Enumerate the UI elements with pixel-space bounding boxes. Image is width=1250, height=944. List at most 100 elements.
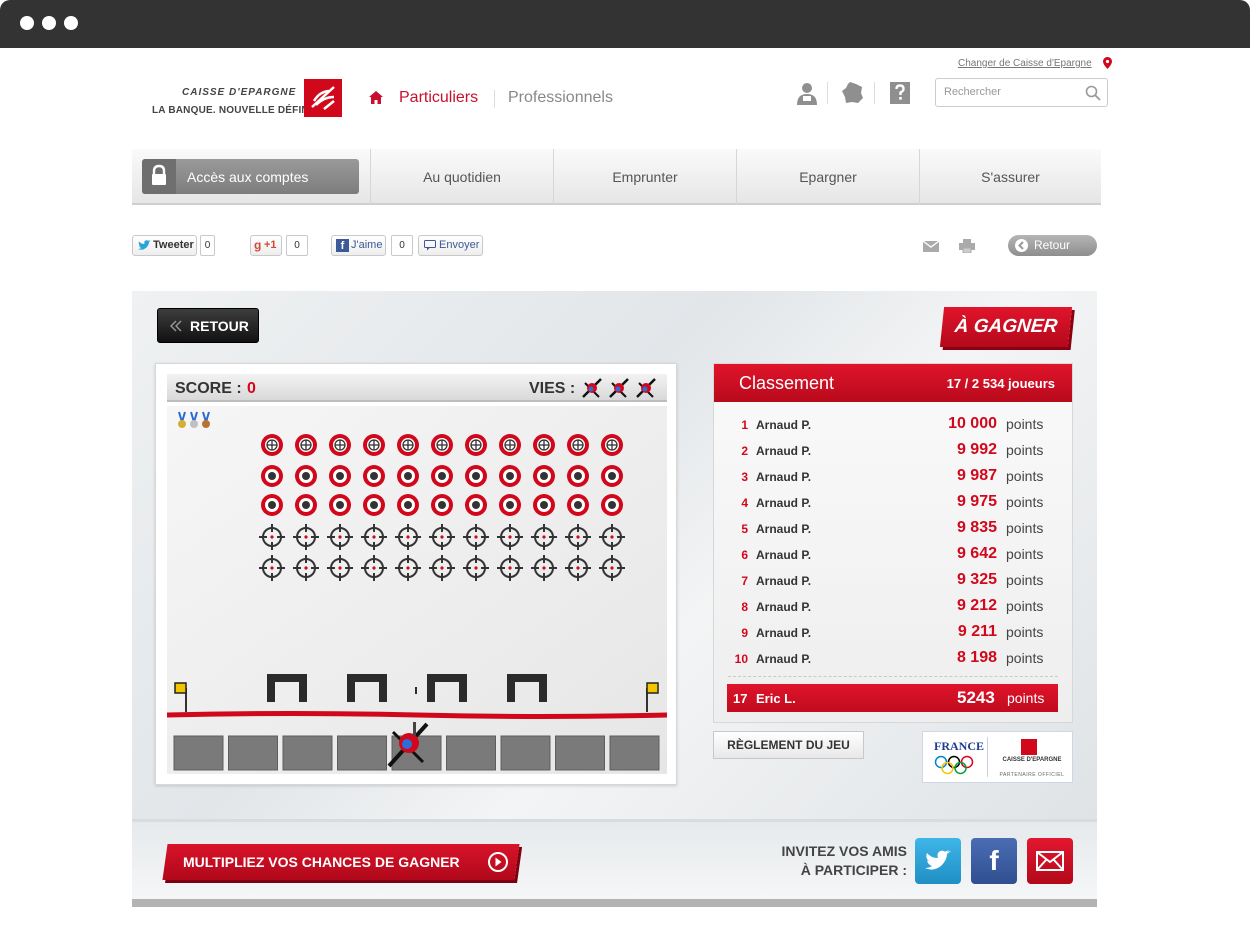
rank-unit: points [1006,520,1044,536]
search-placeholder: Rechercher [944,86,1001,98]
window-dot-icon[interactable] [64,16,78,30]
target-icon [533,434,555,456]
rank-player-name: Arnaud P. [756,444,812,458]
target-icon [499,434,521,456]
back-arrow-icon [1015,239,1028,252]
page: Changer de Caisse d'Epargne CAISSE D'EPA… [0,48,1250,944]
partner-france: FRANCE [934,739,984,753]
target-icon [431,494,453,516]
rank-player-name: Arnaud P. [756,418,812,432]
france-map-icon[interactable] [841,81,865,105]
nav-professionnels[interactable]: Professionnels [508,89,613,107]
window-dot-icon[interactable] [42,16,56,30]
my-rank-position: 17 [733,691,748,706]
tweet-button[interactable]: Tweeter [132,235,197,256]
target-icon [567,465,589,487]
gplus-icon: g [254,238,262,252]
print-icon[interactable] [959,239,975,253]
rank-player-name: Arnaud P. [756,652,812,666]
life-skier-icon [636,378,656,398]
rank-position: 1 [741,418,748,432]
target-icon [465,494,487,516]
brand-logo[interactable]: CAISSE D'EPARGNE LA BANQUE. NOUVELLE DÉF… [150,76,345,122]
target-icon [295,465,317,487]
ranking-title: Classement [739,373,835,393]
twitter-share-button[interactable] [915,838,961,884]
ground-tile [228,735,278,771]
a-gagner-label: À GAGNER [953,316,1059,337]
rank-unit: points [1006,572,1044,588]
target-icon [329,465,351,487]
nav-emprunter[interactable]: Emprunter [553,149,736,205]
rank-player-name: Arnaud P. [756,600,812,614]
target-icon [397,434,419,456]
game-retour-button[interactable]: RETOUR [157,308,259,343]
ground-tile [446,735,496,771]
ranking-row: 1 Arnaud P. 10 000 points [714,412,1072,438]
rank-score: 9 835 [956,519,997,536]
rank-player-name: Arnaud P. [756,574,812,588]
ground-tile [282,735,333,771]
twitter-bird-icon [138,240,151,250]
facebook-like-button[interactable]: f J'aime [331,235,386,256]
rank-score: 9 975 [956,493,997,510]
ranking-row: 10 Arnaud P. 8 198 points [714,646,1072,672]
facebook-share-button[interactable]: f [971,838,1017,884]
multiplier-chances-button[interactable]: MULTIPLIEZ VOS CHANCES DE GAGNER [162,844,520,880]
rank-unit: points [1006,468,1044,484]
account-access-button[interactable]: Accès aux comptes [142,159,359,194]
gplus-button[interactable]: g +1 [250,235,282,256]
my-ranking-row: 17 Eric L. 5243 points [727,684,1058,712]
location-pin-icon [1103,57,1112,69]
retour-top-button[interactable]: Retour [1008,235,1097,256]
change-branch-link[interactable]: Changer de Caisse d'Epargne [958,58,1092,69]
tweet-label: Tweeter [153,239,194,251]
ground-tile [555,735,605,771]
target-icon [601,465,623,487]
ground-tile [173,735,224,771]
nav-particuliers[interactable]: Particuliers [399,89,478,107]
game-canvas[interactable] [167,406,667,774]
game-section: RETOUR À GAGNER SCORE : 0 VIES : Classem… [132,291,1097,819]
lock-icon [142,159,176,194]
ranking-row: 8 Arnaud P. 9 212 points [714,594,1072,620]
ranking-divider [728,676,1058,677]
rank-unit: points [1006,624,1044,640]
rank-player-name: Arnaud P. [756,470,812,484]
advisor-icon[interactable] [795,81,819,105]
partner-brand: CAISSE D'EPARGNE [1002,757,1062,763]
home-icon[interactable] [369,91,383,104]
score-label: SCORE : [175,380,242,397]
rules-button[interactable]: RÈGLEMENT DU JEU [713,731,864,759]
help-icon[interactable] [888,81,912,105]
partner-logo[interactable]: FRANCE CAISSE D'EPARGNE PARTENAIRE OFFIC… [922,731,1073,783]
window-dot-icon[interactable] [20,16,34,30]
target-icon [261,465,283,487]
search-icon[interactable] [1085,85,1101,101]
email-share-button[interactable] [1027,838,1073,884]
rank-player-name: Arnaud P. [756,626,812,640]
rank-unit: points [1006,546,1044,562]
my-rank-score: 5243 [957,688,995,707]
rank-score: 8 198 [956,649,997,666]
ranking-row: 6 Arnaud P. 9 642 points [714,542,1072,568]
nav-sassurer[interactable]: S'assurer [919,149,1101,205]
retour-top-label: Retour [1034,238,1071,252]
search-field[interactable]: Rechercher [935,78,1108,107]
target-icon [261,434,283,456]
rank-unit: points [1006,442,1044,458]
main-navigation: Accès aux comptes Au quotidien Emprunter… [132,149,1101,205]
target-icon [567,434,589,456]
gplus-label: +1 [264,239,277,251]
nav-epargner[interactable]: Epargner [736,149,919,205]
target-icon [499,465,521,487]
facebook-send-button[interactable]: Envoyer [418,235,483,256]
email-icon[interactable] [923,241,939,252]
lives-indicator [581,376,661,400]
send-icon [424,240,436,251]
target-icon [465,434,487,456]
nav-au-quotidien[interactable]: Au quotidien [370,149,553,205]
score-value: 0 [247,380,256,397]
rank-score: 9 642 [956,545,997,562]
a-gagner-button[interactable]: À GAGNER [939,307,1073,347]
